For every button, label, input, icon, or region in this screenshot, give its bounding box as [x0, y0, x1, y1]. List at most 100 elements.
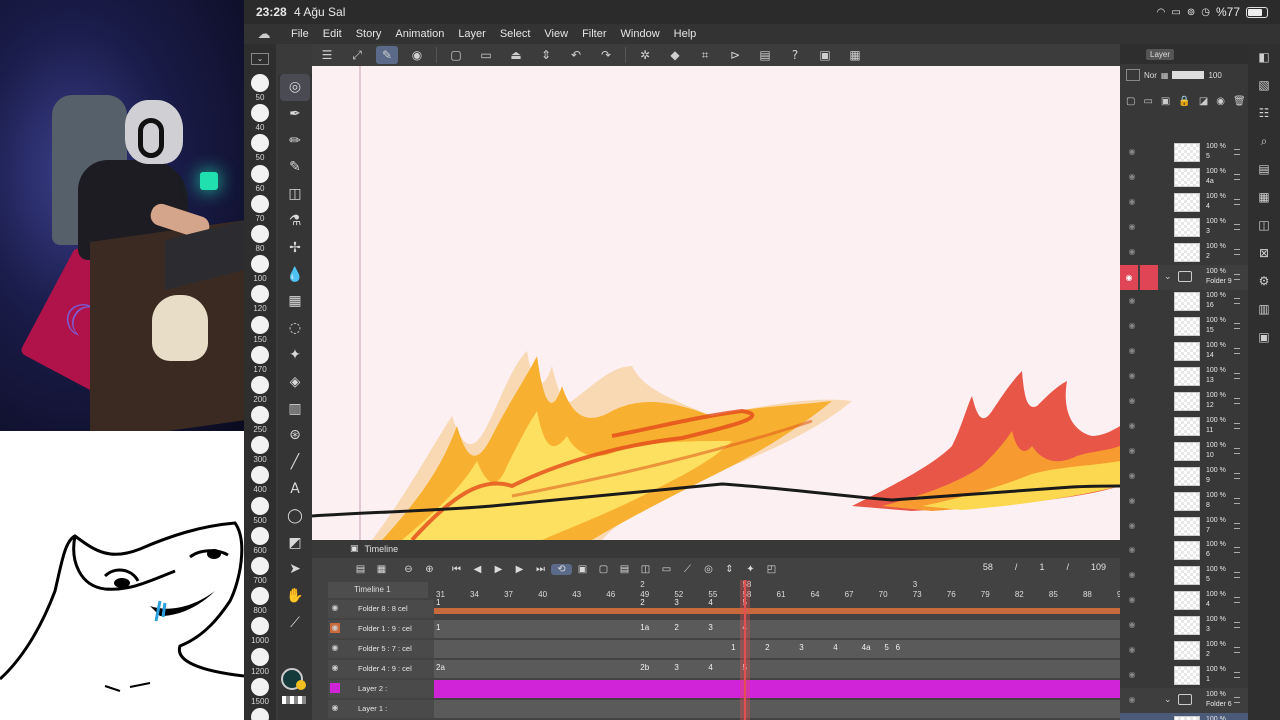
- eye-icon[interactable]: ◉: [1120, 264, 1138, 290]
- track-row[interactable]: 11a234: [434, 620, 1120, 638]
- close-panel-icon[interactable]: ⊠: [1253, 246, 1275, 266]
- eye-icon[interactable]: ◉: [1126, 146, 1138, 158]
- tool-property-icon[interactable]: ▥: [1253, 302, 1275, 322]
- brush-size-item[interactable]: 300: [244, 436, 276, 466]
- cel-label[interactable]: 3: [674, 598, 678, 607]
- eye-icon[interactable]: ◉: [1126, 370, 1138, 382]
- layer-mask-icon[interactable]: ▣: [1161, 96, 1170, 107]
- brush-size-item[interactable]: 400: [244, 466, 276, 496]
- layer-row[interactable]: ◉ 100 % 12: [1120, 389, 1248, 414]
- keyframe-disabled-icon[interactable]: ◎: [698, 564, 719, 575]
- page-icon[interactable]: ▤: [754, 46, 776, 64]
- screenshot-icon[interactable]: ▣: [814, 46, 836, 64]
- eye-icon[interactable]: ◉: [1126, 395, 1138, 407]
- timeline-track[interactable]: Folder 5 : 7 : cel ◉ 1 2 3 4 4a 5 6: [328, 640, 1120, 658]
- new-folder-icon[interactable]: ▭: [1143, 96, 1152, 107]
- fill-bucket-icon[interactable]: ◈: [280, 369, 310, 396]
- eye-icon[interactable]: ◉: [1126, 694, 1138, 706]
- chevron-down-icon[interactable]: ⌄: [1164, 271, 1172, 282]
- track-visibility-icon[interactable]: ◉: [330, 703, 340, 713]
- layer-menu-icon[interactable]: [1234, 198, 1240, 205]
- pencil-icon[interactable]: ✏: [280, 128, 310, 155]
- layer-color-icon[interactable]: ▦: [1161, 71, 1169, 80]
- eye-icon[interactable]: ◉: [1126, 520, 1138, 532]
- fit-canvas-icon[interactable]: ⤢: [346, 46, 368, 64]
- track-row[interactable]: 2a2b345: [434, 660, 1120, 678]
- track-row[interactable]: 1 2 3 4 4a 5 6: [434, 640, 1120, 658]
- new-animation-cel-icon[interactable]: ▢: [593, 564, 614, 575]
- layer-row[interactable]: ◉ 100 % 15: [1120, 314, 1248, 339]
- menu-select[interactable]: Select: [493, 28, 538, 40]
- layer-row[interactable]: ◉ 100 % 3: [1120, 613, 1248, 638]
- hand-icon[interactable]: ✋: [280, 583, 310, 610]
- track-name[interactable]: Folder 4 : 9 : cel: [328, 660, 434, 678]
- layer-menu-icon[interactable]: [1234, 647, 1240, 653]
- figure-icon[interactable]: ▦: [280, 288, 310, 315]
- track-name[interactable]: Layer 2 :: [328, 680, 434, 698]
- layer-panel-tab[interactable]: Layer: [1120, 44, 1248, 64]
- layer-menu-icon[interactable]: [1234, 522, 1240, 529]
- layer-menu-icon[interactable]: [1234, 547, 1240, 554]
- lasso-icon[interactable]: ◌: [280, 315, 310, 342]
- layer-row[interactable]: ◉ 100 % 13: [1120, 364, 1248, 389]
- eraser-icon[interactable]: ◫: [280, 181, 310, 208]
- new-file-icon[interactable]: ▢: [445, 46, 467, 64]
- delete-layer-icon[interactable]: 🗑: [1233, 96, 1246, 107]
- layer-menu-icon[interactable]: [1234, 497, 1240, 504]
- auto-action-icon[interactable]: ▤: [1253, 162, 1275, 182]
- layer-row[interactable]: ◉ 100 % 4: [1120, 190, 1248, 215]
- edit-icon[interactable]: ✎: [376, 46, 398, 64]
- eye-icon[interactable]: ◉: [1126, 445, 1138, 457]
- eye-icon[interactable]: ◉: [1126, 345, 1138, 357]
- gradient-icon[interactable]: ▥: [280, 396, 310, 423]
- brush-size-item[interactable]: 250: [244, 406, 276, 436]
- layer-row[interactable]: ◉ 100 % 4a: [1120, 165, 1248, 190]
- loop-icon[interactable]: ⟲: [551, 563, 572, 575]
- layer-row[interactable]: ◉ 100 % 1: [1120, 663, 1248, 688]
- menu-edit[interactable]: Edit: [316, 28, 349, 40]
- opacity-value[interactable]: 100: [1208, 71, 1221, 80]
- brush-size-item[interactable]: 60: [244, 164, 276, 195]
- track-row[interactable]: [434, 700, 1120, 718]
- eye-icon[interactable]: ◉: [1126, 569, 1138, 581]
- object-select-icon[interactable]: ➤: [280, 556, 310, 583]
- track-visibility-icon[interactable]: ◉: [330, 623, 340, 633]
- track-visibility-icon[interactable]: ◉: [330, 603, 340, 613]
- drawing-canvas[interactable]: [312, 66, 1120, 540]
- menu-help[interactable]: Help: [667, 28, 704, 40]
- menu-story[interactable]: Story: [349, 28, 389, 40]
- keyframe-icon[interactable]: ⟋: [677, 564, 698, 575]
- brush-size-item[interactable]: 500: [244, 496, 276, 527]
- cel-label[interactable]: 4a: [862, 643, 871, 652]
- layer-row[interactable]: ◉ 100 % 11: [1120, 414, 1248, 439]
- item-bank-icon[interactable]: ▦: [1253, 190, 1275, 210]
- cel-label[interactable]: 3: [799, 643, 803, 652]
- brush-size-item[interactable]: 150: [244, 315, 276, 346]
- lock-transparency-icon[interactable]: [1126, 69, 1140, 81]
- eye-icon[interactable]: ◉: [1126, 246, 1138, 258]
- reference-icon[interactable]: ◉: [1216, 96, 1225, 107]
- timeline-track[interactable]: Layer 2 :: [328, 680, 1120, 698]
- eye-icon[interactable]: ◉: [1126, 495, 1138, 507]
- layer-row[interactable]: ◉ 100 % 3: [1120, 215, 1248, 240]
- layer-menu-icon[interactable]: [1234, 173, 1240, 180]
- save-icon[interactable]: ⏏: [505, 46, 527, 64]
- auto-select-icon[interactable]: ✦: [280, 342, 310, 369]
- loading-icon[interactable]: ✲: [634, 46, 656, 64]
- flip-icon[interactable]: ⊳: [724, 46, 746, 64]
- layer-edit-target-icon[interactable]: [1140, 264, 1158, 290]
- eye-icon[interactable]: ◉: [1126, 619, 1138, 631]
- brush-size-item[interactable]: 1200: [244, 647, 276, 678]
- timeline-selector[interactable]: Timeline 1: [328, 582, 428, 598]
- magic-wand-icon[interactable]: ⊛: [280, 422, 310, 449]
- next-frame-icon[interactable]: ▶: [509, 564, 530, 575]
- search-layer-icon[interactable]: ⌕: [1253, 134, 1275, 154]
- zoom-in-icon[interactable]: ⊕: [419, 564, 440, 575]
- hide-icon[interactable]: ◉: [406, 46, 428, 64]
- layer-menu-icon[interactable]: [1234, 472, 1240, 479]
- new-raster-layer-icon[interactable]: ▢: [1126, 96, 1135, 107]
- help-icon[interactable]: ?: [784, 46, 806, 64]
- save-dropdown-icon[interactable]: ⇕: [535, 46, 557, 64]
- brush-size-item[interactable]: 700: [244, 557, 276, 587]
- layer-panel-icon[interactable]: ▣: [1253, 330, 1275, 350]
